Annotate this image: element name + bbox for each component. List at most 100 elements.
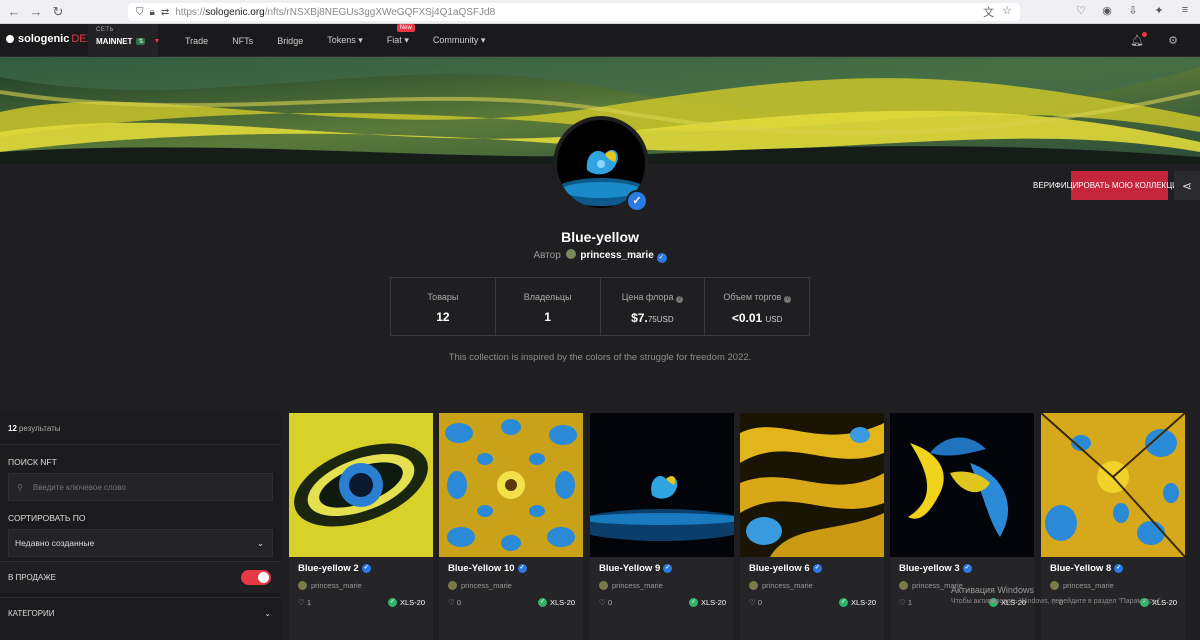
collection-stats: Товары 12 Владельцы 1 Цена флора ? $7.75… bbox=[390, 277, 810, 336]
forward-icon[interactable]: → bbox=[28, 4, 44, 20]
app-header: sologenic DEX СЕТЬ MAINNET ⇅ ▼ Trade NFT… bbox=[0, 24, 1200, 57]
verified-icon: ✓ bbox=[361, 564, 371, 573]
star-icon[interactable]: ☆ bbox=[1002, 4, 1012, 20]
download-icon[interactable]: ⇩ bbox=[1126, 4, 1140, 17]
like-button[interactable]: ♡ 1 bbox=[298, 598, 311, 607]
heart-icon: ♡ bbox=[899, 598, 906, 607]
new-badge: New bbox=[396, 24, 415, 32]
verified-icon: ✓ bbox=[812, 564, 822, 573]
translate-icon[interactable]: 文 bbox=[983, 4, 994, 20]
menu-icon[interactable]: ≡ bbox=[1178, 4, 1192, 17]
chevron-down-icon: ⌄ bbox=[256, 537, 264, 548]
help-icon[interactable]: ? bbox=[783, 296, 791, 303]
stat-items: Товары 12 bbox=[391, 278, 496, 335]
nft-image[interactable] bbox=[890, 413, 1034, 557]
pocket-icon[interactable]: ♡ bbox=[1074, 4, 1088, 17]
collection-description: This collection is inspired by the color… bbox=[448, 352, 752, 363]
search-icon: ⚲ bbox=[17, 482, 23, 492]
settings-gear-icon[interactable]: ⚙ bbox=[1168, 34, 1178, 47]
nft-card[interactable]: Blue-yellow 6 ✓ princess_marie ♡ 0 ✓ XLS-2… bbox=[740, 413, 884, 640]
chevron-down-icon: ▾ bbox=[404, 35, 409, 45]
reload-icon[interactable]: ↻ bbox=[50, 4, 66, 20]
collection-title: Blue-yellow bbox=[561, 229, 639, 245]
author-avatar bbox=[448, 581, 457, 590]
stat-floor-price: Цена флора ? $7.75USD bbox=[601, 278, 706, 335]
author-avatar bbox=[599, 581, 608, 590]
verified-badge-icon: ✓ bbox=[626, 190, 648, 212]
notification-bell-icon[interactable]: 🔔︎ bbox=[1130, 32, 1148, 47]
permissions-icon: ⇄ bbox=[160, 6, 170, 18]
nft-image[interactable] bbox=[439, 413, 583, 557]
stat-owners: Владельцы 1 bbox=[496, 278, 601, 335]
url-bar[interactable]: ⛉ 🔒︎ ⇄ https://sologenic.org/nfts/rNSXBj… bbox=[128, 3, 1020, 21]
sort-select[interactable]: Недавно созданные ⌄ bbox=[8, 529, 273, 557]
url-text: https://sologenic.org/nfts/rNSXBj8NEGUs3… bbox=[175, 6, 496, 18]
search-label: ПОИСК NFT bbox=[8, 457, 57, 467]
windows-activation-watermark: Активация Windows Чтобы активировать Win… bbox=[951, 585, 1163, 605]
chevron-down-icon: ⌄ bbox=[264, 609, 271, 618]
logo-icon bbox=[6, 35, 14, 43]
collection-author: Автор princess_marie ✓ bbox=[0, 249, 1200, 263]
search-input[interactable] bbox=[32, 482, 253, 492]
menu-item-community[interactable]: Community ▾ bbox=[433, 35, 486, 46]
author-avatar bbox=[899, 581, 908, 590]
like-button[interactable]: ♡ 1 bbox=[899, 598, 912, 607]
standard-check-icon: ✓ bbox=[387, 598, 397, 607]
heart-icon: ♡ bbox=[749, 598, 756, 607]
lock-icon: 🔒︎ bbox=[149, 6, 155, 18]
menu-item-bridge[interactable]: Bridge bbox=[277, 36, 303, 46]
author-avatar bbox=[749, 581, 758, 590]
standard-check-icon: ✓ bbox=[537, 598, 547, 607]
nft-image[interactable] bbox=[740, 413, 884, 557]
menu-item-nfts[interactable]: NFTs bbox=[232, 36, 253, 46]
puzzle-icon[interactable]: ✦ bbox=[1152, 4, 1166, 17]
search-box: ⚲ bbox=[8, 473, 273, 501]
verified-icon: ✓ bbox=[1114, 564, 1124, 573]
verify-collection-button[interactable]: ВЕРИФИЦИРОВАТЬ МОЮ КОЛЛЕКЦИЮ bbox=[1033, 171, 1186, 200]
like-button[interactable]: ♡ 0 bbox=[448, 598, 461, 607]
nft-image[interactable] bbox=[590, 413, 734, 557]
share-icon[interactable]: ⋖ bbox=[1174, 171, 1200, 200]
logo[interactable]: sologenic DEX bbox=[6, 33, 94, 45]
network-status-icon: ⇅ bbox=[136, 38, 146, 45]
shield-icon: ⛉ bbox=[136, 6, 144, 18]
on-sale-toggle[interactable] bbox=[241, 570, 271, 585]
nft-card[interactable]: Blue-yellow 2 ✓ princess_marie ♡ 1 ✓ XLS-2… bbox=[289, 413, 433, 640]
author-avatar bbox=[298, 581, 307, 590]
main-menu: Trade NFTs Bridge Tokens ▾ New Fiat ▾ Com… bbox=[185, 24, 509, 57]
sort-label: СОРТИРОВАТЬ ПО bbox=[8, 513, 86, 523]
extension-icon[interactable]: ◉ bbox=[1100, 4, 1114, 17]
verified-icon: ✓ bbox=[656, 253, 667, 263]
browser-toolbar: ← → ↻ ⛉ 🔒︎ ⇄ https://sologenic.org/nfts/… bbox=[0, 0, 1200, 24]
verified-icon: ✓ bbox=[663, 564, 673, 573]
network-label: СЕТЬ bbox=[96, 27, 114, 33]
nft-image[interactable] bbox=[1041, 413, 1185, 557]
network-selector[interactable]: СЕТЬ MAINNET ⇅ ▼ bbox=[88, 24, 161, 57]
categories-row[interactable]: КАТЕГОРИИ ⌄ bbox=[0, 597, 281, 629]
stat-volume: Объем торгов ? <0.01 USD bbox=[723, 292, 791, 325]
author-avatar bbox=[565, 249, 576, 259]
verified-icon: ✓ bbox=[517, 564, 527, 573]
results-count: 12 результаты bbox=[0, 413, 281, 445]
nft-image[interactable] bbox=[289, 413, 433, 557]
like-button[interactable]: ♡ 0 bbox=[749, 598, 762, 607]
chevron-down-icon: ▾ bbox=[358, 35, 363, 45]
like-button[interactable]: ♡ 0 bbox=[599, 598, 612, 607]
browser-nav: ← → ↻ bbox=[0, 4, 80, 20]
author-link[interactable]: princess_marie bbox=[580, 250, 653, 261]
back-icon[interactable]: ← bbox=[6, 4, 22, 20]
nft-card[interactable]: Blue-Yellow 9 ✓ princess_marie ♡ 0 ✓ XLS-2… bbox=[590, 413, 734, 640]
heart-icon: ♡ bbox=[599, 598, 606, 607]
menu-item-trade[interactable]: Trade bbox=[185, 36, 208, 46]
verified-icon: ✓ bbox=[962, 564, 972, 573]
help-icon[interactable]: ? bbox=[675, 296, 683, 303]
heart-icon: ♡ bbox=[298, 598, 305, 607]
standard-check-icon: ✓ bbox=[688, 598, 698, 607]
heart-icon: ♡ bbox=[448, 598, 455, 607]
menu-item-fiat[interactable]: New Fiat ▾ bbox=[387, 24, 415, 46]
chevron-down-icon: ▾ bbox=[480, 35, 486, 45]
filter-sidebar: 12результаты ПОИСК NFT ⚲ СОРТИРОВАТЬ ПО … bbox=[0, 413, 281, 640]
chevron-down-icon: ▼ bbox=[153, 38, 161, 45]
menu-item-tokens[interactable]: Tokens ▾ bbox=[327, 35, 363, 46]
nft-card[interactable]: Blue-Yellow 10 ✓ princess_marie ♡ 0 ✓ XLS-… bbox=[439, 413, 583, 640]
